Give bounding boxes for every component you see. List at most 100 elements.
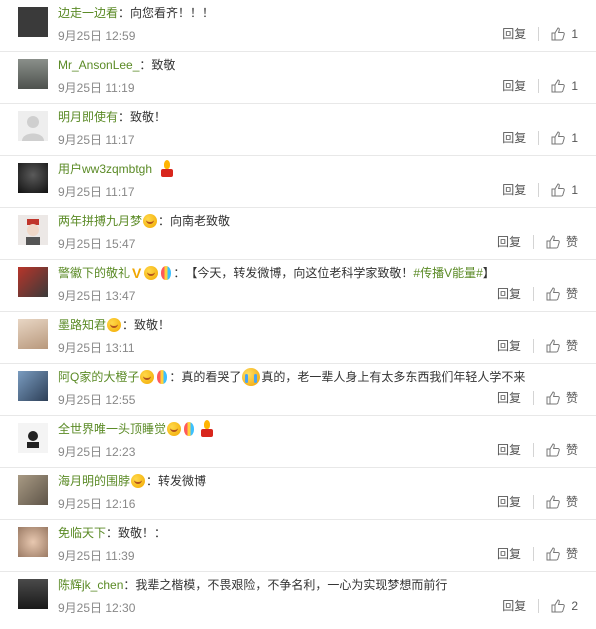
username-link[interactable]: 边走一边看 (58, 4, 118, 22)
username-link[interactable]: 两年拼搏九月梦 (58, 212, 142, 230)
reply-button[interactable]: 回复 (502, 25, 526, 42)
like-count[interactable]: 1 (571, 27, 578, 41)
comment-item: 海月明的围脖 ：转发微博 9月25日 12:16 回复 赞 (0, 468, 596, 520)
reply-button[interactable]: 回复 (502, 129, 526, 146)
thumbs-up-icon[interactable] (546, 234, 560, 249)
comment-line: 警徽下的敬礼 V ：【今天，转发微博，向这位老科学家致敬！ #传播V能量#】 (58, 264, 584, 282)
comment-item: 陈辉jk_chen：我辈之楷模，不畏艰险，不争名利，一心为实现梦想而前行 9月2… (0, 572, 596, 624)
reply-button[interactable]: 回复 (502, 77, 526, 94)
reply-button[interactable]: 回复 (497, 389, 521, 406)
colon: ： (173, 266, 186, 280)
divider (532, 494, 534, 509)
avatar[interactable] (18, 579, 48, 609)
thumbs-up-icon[interactable] (551, 182, 566, 197)
like-count[interactable]: 1 (571, 183, 578, 197)
crying-emoji-icon (242, 368, 261, 386)
thumbs-up-icon[interactable] (551, 26, 566, 41)
comment-actions: 回复 1 (502, 181, 578, 198)
reply-button[interactable]: 回复 (502, 597, 526, 614)
avatar[interactable] (18, 475, 48, 505)
comment-actions: 回复 赞 (497, 285, 578, 302)
comment-actions: 回复 赞 (497, 545, 578, 562)
username-link[interactable]: 明月即使有 (58, 108, 118, 126)
like-count[interactable]: 1 (571, 79, 578, 93)
timestamp: 9月25日 13:11 (58, 341, 135, 355)
reply-button[interactable]: 回复 (497, 545, 521, 562)
timestamp: 9月25日 11:39 (58, 549, 135, 563)
like-count[interactable]: 2 (571, 599, 578, 613)
comment-text: 致敬 (151, 58, 176, 72)
username-link[interactable]: 墨路知君 (58, 316, 106, 334)
username-link[interactable]: 阿Q家的大橙子 (58, 368, 139, 386)
avatar[interactable] (18, 371, 48, 401)
comment-actions: 回复 赞 (497, 233, 578, 250)
comment-text: 向南老致敬 (170, 214, 231, 228)
hashtag-link[interactable]: #传播V能量# (413, 264, 482, 282)
like-label[interactable]: 赞 (566, 337, 578, 354)
avatar[interactable] (18, 267, 48, 297)
comment-line: 边走一边看：向您看齐！！！ (58, 4, 584, 22)
reply-button[interactable]: 回复 (497, 441, 521, 458)
avatar[interactable] (18, 319, 48, 349)
like-count[interactable]: 1 (571, 131, 578, 145)
colon: ： (106, 526, 119, 540)
candle-emoji-icon (198, 420, 216, 438)
username-link[interactable]: 警徽下的敬礼 (58, 264, 130, 282)
member-badge-icon (167, 422, 182, 436)
username-link[interactable]: 陈辉jk_chen (58, 576, 123, 594)
thumbs-up-icon[interactable] (546, 390, 560, 405)
divider (532, 286, 534, 301)
avatar[interactable] (18, 423, 48, 453)
comment-actions: 回复 1 (502, 129, 578, 146)
like-label[interactable]: 赞 (566, 389, 578, 406)
timestamp: 9月25日 12:55 (58, 393, 136, 407)
comment-actions: 回复 赞 (497, 389, 578, 406)
username-link[interactable]: 用户ww3zqmbtgh (58, 160, 152, 178)
avatar[interactable] (18, 59, 48, 89)
like-label[interactable]: 赞 (566, 441, 578, 458)
avatar[interactable] (18, 215, 48, 245)
avatar[interactable] (18, 7, 48, 37)
thumbs-up-icon[interactable] (551, 598, 566, 613)
comment-item: 墨路知君 ：致敬！ 9月25日 13:11 回复 赞 (0, 312, 596, 364)
timestamp: 9月25日 12:16 (58, 497, 136, 511)
timestamp: 9月25日 13:47 (58, 289, 136, 303)
avatar[interactable] (18, 163, 48, 193)
reply-button[interactable]: 回复 (497, 285, 521, 302)
thumbs-up-icon[interactable] (546, 546, 560, 561)
reply-button[interactable]: 回复 (497, 493, 521, 510)
comment-line: 明月即使有：致敬！ (58, 108, 584, 126)
reply-button[interactable]: 回复 (497, 233, 521, 250)
comment-item: 全世界唯一头顶睡觉 9月25日 12:23 回复 赞 (0, 416, 596, 468)
avatar[interactable] (18, 527, 48, 557)
comment-actions: 回复 2 (502, 597, 578, 614)
reply-button[interactable]: 回复 (502, 181, 526, 198)
thumbs-up-icon[interactable] (546, 494, 560, 509)
comment-text: 向您看齐！！！ (130, 6, 215, 20)
comment-item: 用户ww3zqmbtgh 9月25日 11:17 回复 1 (0, 156, 596, 208)
thumbs-up-icon[interactable] (546, 442, 560, 457)
username-link[interactable]: 海月明的围脖 (58, 472, 130, 490)
reply-button[interactable]: 回复 (497, 337, 521, 354)
thumbs-up-icon[interactable] (546, 286, 560, 301)
thumbs-up-icon[interactable] (551, 78, 566, 93)
comment-item: Mr_AnsonLee_：致敬 9月25日 11:19 回复 1 (0, 52, 596, 104)
comment-line: 阿Q家的大橙子 ：真的看哭了 真的，老一辈人身上有太多东西我们年轻人学不来 (58, 368, 584, 386)
comment-item: 边走一边看：向您看齐！！！ 9月25日 12:59 回复 1 (0, 0, 596, 52)
like-label[interactable]: 赞 (566, 233, 578, 250)
username-link[interactable]: 免临天下 (58, 524, 106, 542)
divider (538, 598, 540, 613)
username-link[interactable]: 全世界唯一头顶睡觉 (58, 420, 166, 438)
comment-line: 海月明的围脖 ：转发微博 (58, 472, 584, 490)
thumbs-up-icon[interactable] (551, 130, 566, 145)
divider (532, 390, 534, 405)
avatar[interactable] (18, 111, 48, 141)
thumbs-up-icon[interactable] (546, 338, 560, 353)
like-label[interactable]: 赞 (566, 285, 578, 302)
comment-line: Mr_AnsonLee_：致敬 (58, 56, 584, 74)
like-label[interactable]: 赞 (566, 493, 578, 510)
like-label[interactable]: 赞 (566, 545, 578, 562)
colon: ： (169, 370, 182, 384)
colon: ： (123, 578, 136, 592)
username-link[interactable]: Mr_AnsonLee_ (58, 56, 139, 74)
